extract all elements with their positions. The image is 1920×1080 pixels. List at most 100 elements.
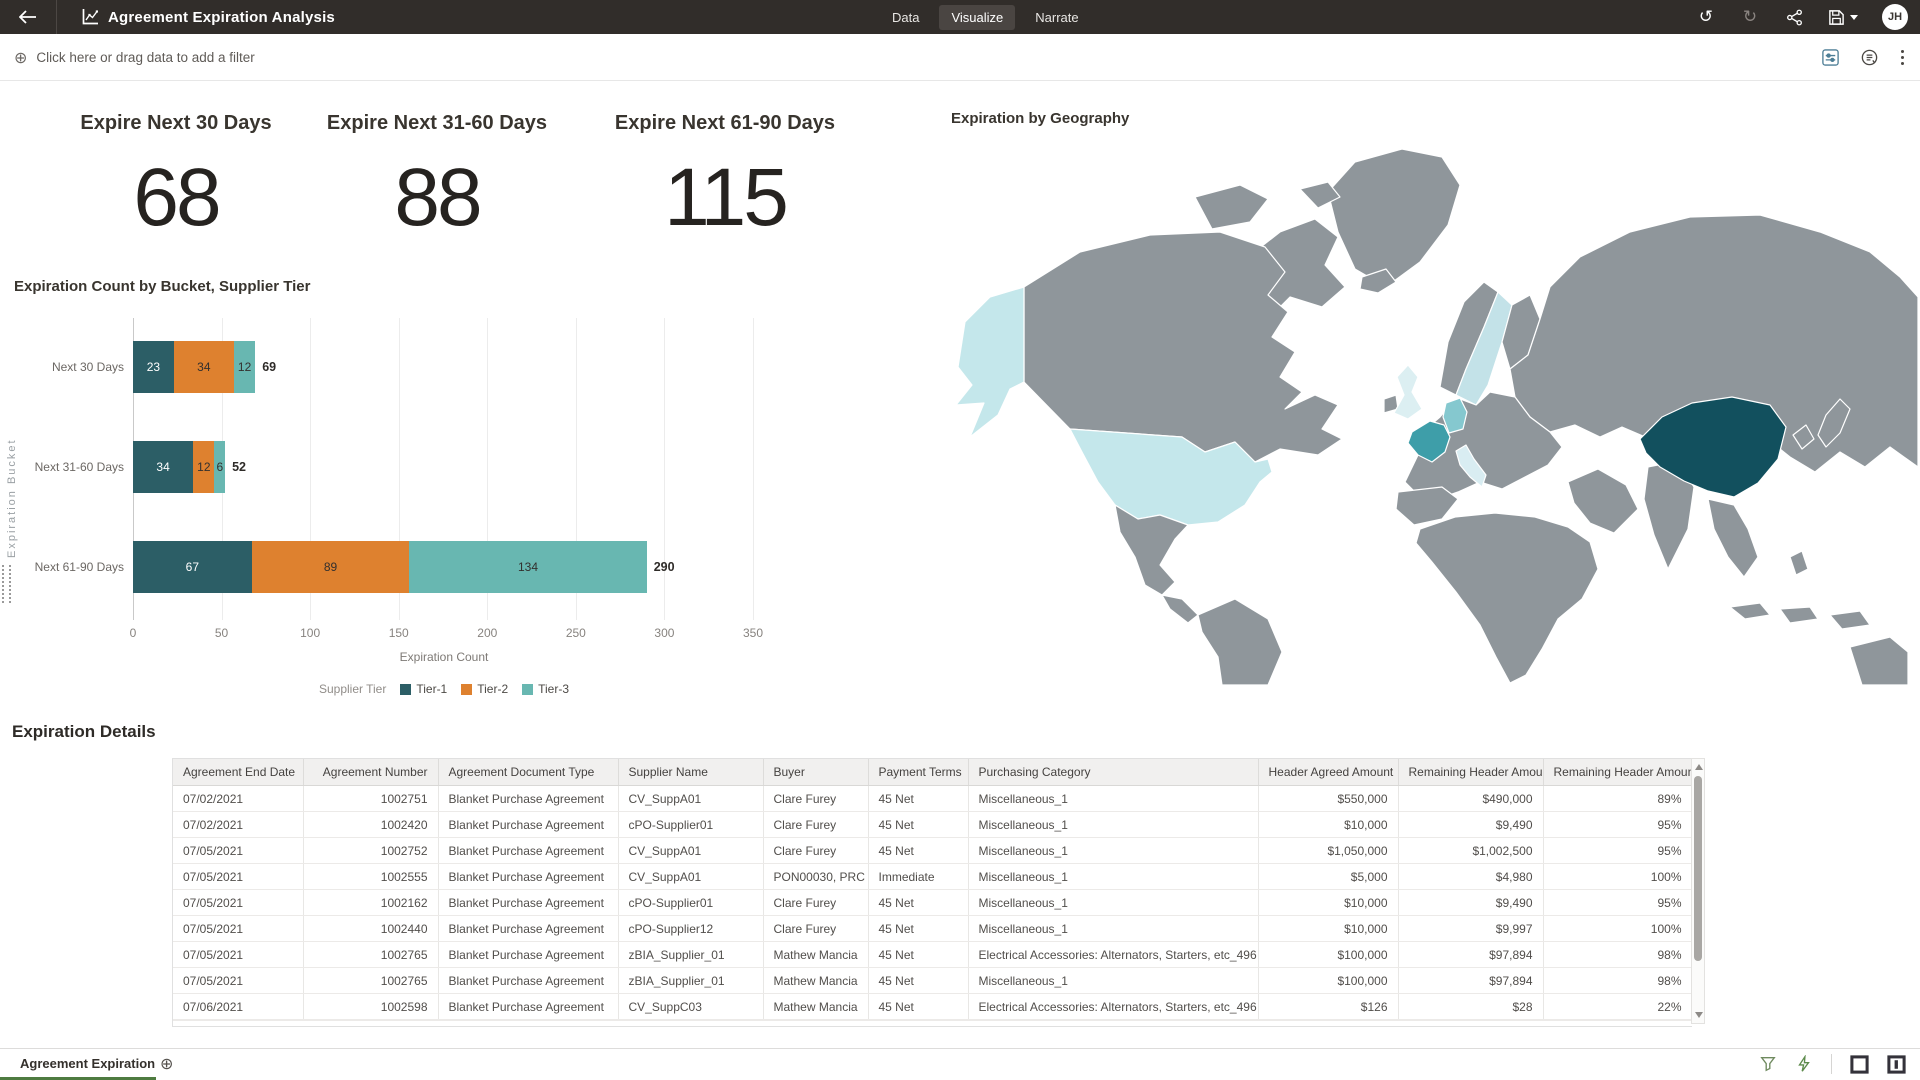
bar-segment-tier-3[interactable]: 12 (234, 341, 255, 393)
add-filter-prompt[interactable]: ⊕ Click here or drag data to add a filte… (14, 34, 255, 80)
pane-resize-handle[interactable] (2, 565, 11, 603)
column-header[interactable]: Header Agreed Amount (1258, 759, 1398, 786)
bar-total-label: 290 (654, 560, 675, 574)
column-header[interactable]: Remaining Header Amount (1543, 759, 1692, 786)
table-cell: 1002440 (303, 916, 438, 942)
column-header[interactable]: Agreement Document Type (438, 759, 618, 786)
bar-segment-tier-2[interactable]: 34 (174, 341, 234, 393)
table-cell: $1,002,500 (1398, 838, 1543, 864)
table-cell: Miscellaneous_1 (968, 864, 1258, 890)
table-cell: Electrical Accessories: Alternators, Sta… (968, 994, 1258, 1020)
kpi-title: Expire Next 31-60 Days (296, 112, 578, 135)
map-region-united-kingdom (1394, 365, 1422, 419)
x-tick-label: 50 (215, 626, 228, 640)
map-region-alaska (956, 287, 1024, 437)
table-row[interactable]: 07/05/20211002440Blanket Purchase Agreem… (173, 916, 1692, 942)
save-button[interactable] (1828, 9, 1858, 26)
table-cell: 1002598 (303, 994, 438, 1020)
table-cell: $9,490 (1398, 812, 1543, 838)
table-cell: $100,000 (1258, 968, 1398, 994)
bar-segment-tier-3[interactable]: 6 (214, 441, 225, 493)
scrollbar-thumb[interactable] (1694, 776, 1702, 961)
table-cell: Blanket Purchase Agreement (438, 916, 618, 942)
tab-visualize[interactable]: Visualize (939, 5, 1015, 30)
table-cell: 1002555 (303, 864, 438, 890)
kpi-tile[interactable]: Expire Next 31-60 Days88 (296, 112, 578, 239)
column-header[interactable]: Agreement End Date (173, 759, 303, 786)
auto-apply-data-icon[interactable] (1795, 1055, 1813, 1073)
table-cell: 1002765 (303, 942, 438, 968)
table-cell: Miscellaneous_1 (968, 968, 1258, 994)
table-row[interactable]: 07/05/20211002555Blanket Purchase Agreem… (173, 864, 1692, 890)
column-header[interactable]: Supplier Name (618, 759, 763, 786)
table-cell: 07/02/2021 (173, 812, 303, 838)
table-cell: 98% (1543, 968, 1692, 994)
map-region-arctic-islands (1195, 185, 1268, 229)
share-icon[interactable] (1784, 7, 1804, 27)
table-row[interactable]: 07/05/20211002765Blanket Purchase Agreem… (173, 968, 1692, 994)
add-filter-label: Click here or drag data to add a filter (36, 50, 254, 65)
table-cell: $97,894 (1398, 942, 1543, 968)
back-arrow-icon (19, 10, 37, 24)
table-row[interactable]: 07/05/20211002752Blanket Purchase Agreem… (173, 838, 1692, 864)
bar-segment-tier-3[interactable]: 134 (409, 541, 646, 593)
kpi-tile[interactable]: Expire Next 61-90 Days115 (560, 112, 890, 239)
add-canvas-icon[interactable]: ⊕ (160, 1049, 173, 1077)
table-cell: Mathew Mancia (763, 994, 868, 1020)
filter-more-options-icon[interactable] (1899, 48, 1906, 67)
canvas-tab-agreement-expiration[interactable]: Agreement Expiration (0, 1049, 175, 1077)
table-cell: 1002765 (303, 968, 438, 994)
toggle-data-panel-icon[interactable] (1887, 1055, 1906, 1074)
scroll-down-icon[interactable] (1695, 1012, 1703, 1018)
table-row[interactable]: 07/06/20211002598Blanket Purchase Agreem… (173, 994, 1692, 1020)
table-cell: 45 Net (868, 838, 968, 864)
table-row[interactable]: 07/05/20211002765Blanket Purchase Agreem… (173, 942, 1692, 968)
undo-icon[interactable]: ↺ (1696, 7, 1716, 27)
legend-item-tier-2[interactable]: Tier-2 (461, 682, 508, 696)
back-button[interactable] (10, 0, 46, 34)
x-tick-label: 100 (300, 626, 320, 640)
bar-segment-tier-1[interactable]: 23 (133, 341, 174, 393)
column-header[interactable]: Buyer (763, 759, 868, 786)
bar-segment-tier-1[interactable]: 34 (133, 441, 193, 493)
table-cell: 07/05/2021 (173, 916, 303, 942)
map-region-australia (1850, 637, 1908, 685)
column-header[interactable]: Purchasing Category (968, 759, 1258, 786)
legend-item-tier-1[interactable]: Tier-1 (400, 682, 447, 696)
legend-item-tier-3[interactable]: Tier-3 (522, 682, 569, 696)
column-header[interactable]: Agreement Number (303, 759, 438, 786)
kpi-tile[interactable]: Expire Next 30 Days68 (26, 112, 326, 239)
table-row[interactable]: 07/02/20211002751Blanket Purchase Agreem… (173, 786, 1692, 812)
bar-category-label: Next 31-60 Days (8, 460, 133, 474)
table-cell: Blanket Purchase Agreement (438, 812, 618, 838)
pinned-filters-icon[interactable] (1860, 48, 1879, 67)
filter-settings-icon[interactable] (1821, 48, 1840, 67)
redo-icon[interactable]: ↻ (1740, 7, 1760, 27)
filter-bar: ⊕ Click here or drag data to add a filte… (0, 34, 1920, 81)
touch-highlight-icon[interactable] (1759, 1055, 1777, 1073)
toggle-grammar-panel-icon[interactable] (1850, 1055, 1869, 1074)
scroll-up-icon[interactable] (1695, 764, 1703, 770)
table-scrollbar[interactable] (1691, 758, 1705, 1024)
bar-chart-legend: Supplier Tier Tier-1Tier-2Tier-3 (133, 682, 755, 696)
user-avatar[interactable]: JH (1882, 4, 1908, 30)
bar-segment-tier-2[interactable]: 89 (252, 541, 410, 593)
table-row[interactable]: 07/05/20211002162Blanket Purchase Agreem… (173, 890, 1692, 916)
table-row[interactable]: 07/02/20211002420Blanket Purchase Agreem… (173, 812, 1692, 838)
table-cell: $10,000 (1258, 890, 1398, 916)
tab-narrate[interactable]: Narrate (1023, 5, 1090, 30)
table-cell: 45 Net (868, 786, 968, 812)
table-cell: Blanket Purchase Agreement (438, 994, 618, 1020)
map-region-africa (1416, 513, 1598, 683)
column-header[interactable]: Payment Terms (868, 759, 968, 786)
column-header[interactable]: Remaining Header Amount (1398, 759, 1543, 786)
bar-segment-tier-1[interactable]: 67 (133, 541, 252, 593)
world-map[interactable] (950, 137, 1920, 685)
table-cell: $4,980 (1398, 864, 1543, 890)
bar-segment-tier-2[interactable]: 12 (193, 441, 214, 493)
table-cell: $1,050,000 (1258, 838, 1398, 864)
table-cell: Miscellaneous_1 (968, 838, 1258, 864)
table-cell: Clare Furey (763, 916, 868, 942)
tab-data[interactable]: Data (880, 5, 931, 30)
topbar-actions: ↺ ↻ JH (1696, 0, 1908, 34)
